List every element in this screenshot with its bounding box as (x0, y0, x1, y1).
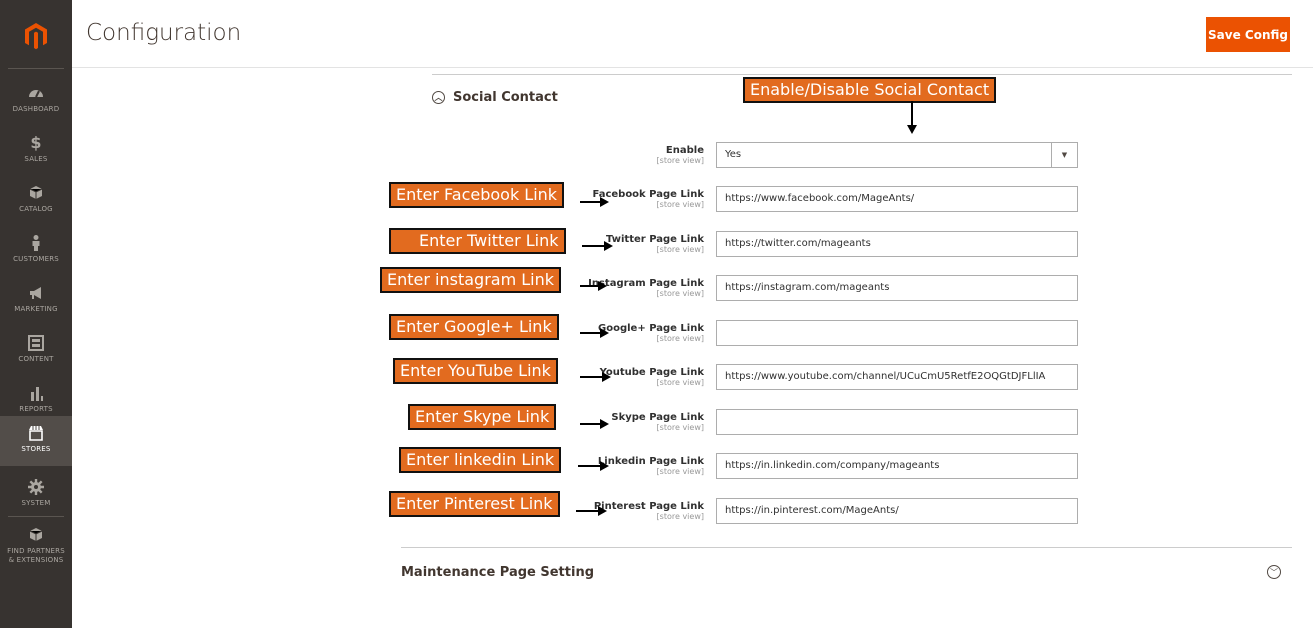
person-icon (32, 235, 40, 251)
callout-skype: Enter Skype Link (408, 404, 557, 430)
nav-catalog[interactable]: CATALOG (0, 176, 72, 226)
box-icon (29, 528, 43, 541)
nav-marketing[interactable]: MARKETING (0, 276, 72, 326)
callout-instagram: Enter instagram Link (380, 267, 562, 293)
google-plus-label: Google+ Page Link [store view] (598, 323, 704, 343)
magento-logo-icon (25, 23, 47, 50)
admin-sidebar: DASHBOARD $ SALES CATALOG CUSTOMERS MARK… (0, 0, 72, 628)
linkedin-link-input[interactable]: https://in.linkedin.com/company/mageants (716, 453, 1078, 479)
enable-select[interactable]: Yes ▼ (716, 142, 1078, 168)
google-plus-link-input[interactable] (716, 320, 1078, 346)
nav-sales[interactable]: $ SALES (0, 126, 72, 176)
twitter-link-input[interactable]: https://twitter.com/mageants (716, 231, 1078, 257)
bar-chart-icon (31, 387, 43, 401)
callout-facebook: Enter Facebook Link (389, 182, 565, 208)
pinterest-label: Pinterest Page Link [store view] (593, 501, 704, 521)
callout-google-plus: Enter Google+ Link (389, 314, 559, 340)
chevron-down-icon[interactable]: ﹀ (1267, 565, 1281, 579)
facebook-link-input[interactable]: https://www.facebook.com/MageAnts/ (716, 186, 1078, 212)
section-divider (401, 547, 1292, 548)
cube-icon (29, 186, 43, 199)
arrow-right-icon (580, 197, 609, 207)
skype-link-input[interactable] (716, 409, 1078, 435)
enable-label: Enable [store view] (656, 145, 704, 165)
callout-youtube: Enter YouTube Link (393, 358, 558, 384)
callout-pinterest: Enter Pinterest Link (389, 491, 560, 517)
nav-dashboard[interactable]: DASHBOARD (0, 76, 72, 126)
linkedin-label: Linkedin Page Link [store view] (597, 456, 704, 476)
callout-linkedin: Enter linkedin Link (399, 447, 562, 473)
maintenance-section-title[interactable]: Maintenance Page Setting (401, 565, 594, 580)
dollar-icon: $ (30, 133, 42, 152)
arrow-right-icon (582, 241, 613, 251)
callout-enable: Enable/Disable Social Contact (743, 77, 997, 103)
youtube-link-input[interactable]: https://www.youtube.com/channel/UCuCmU5R… (716, 364, 1078, 390)
megaphone-icon (30, 287, 41, 299)
callout-twitter: Enter Twitter Link (389, 228, 566, 254)
gear-icon (28, 479, 44, 495)
arrow-right-icon (578, 461, 609, 471)
page-title: Configuration (86, 20, 242, 46)
nav-find-partners[interactable]: FIND PARTNERS & EXTENSIONS (0, 518, 72, 578)
magento-logo[interactable] (0, 0, 72, 72)
arrow-down-icon (907, 101, 917, 134)
chevron-up-icon: ︿ (432, 91, 445, 104)
nav-customers[interactable]: CUSTOMERS (0, 226, 72, 276)
skype-label: Skype Page Link [store view] (611, 412, 704, 432)
arrow-right-icon (576, 506, 607, 516)
nav-system[interactable]: SYSTEM (0, 470, 72, 520)
header-divider (72, 67, 1313, 68)
arrow-right-icon (580, 328, 609, 338)
pinterest-link-input[interactable]: https://in.pinterest.com/MageAnts/ (716, 498, 1078, 524)
section-title: Social Contact (453, 90, 558, 105)
store-icon (29, 426, 43, 441)
twitter-label: Twitter Page Link [store view] (606, 234, 704, 254)
section-divider (432, 74, 1292, 75)
chevron-down-icon: ▼ (1051, 143, 1077, 167)
arrow-right-icon (580, 281, 607, 291)
nav-content[interactable]: CONTENT (0, 326, 72, 376)
arrow-right-icon (580, 419, 609, 429)
layout-icon (28, 335, 44, 351)
arrow-right-icon (580, 372, 611, 382)
social-contact-section-toggle[interactable]: ︿ Social Contact (432, 90, 558, 105)
save-config-button[interactable]: Save Config (1206, 17, 1290, 52)
youtube-label: Youtube Page Link [store view] (599, 367, 704, 387)
instagram-link-input[interactable]: https://instagram.com/mageants (716, 275, 1078, 301)
nav-stores[interactable]: STORES (0, 416, 72, 466)
dashboard-icon (29, 90, 43, 98)
